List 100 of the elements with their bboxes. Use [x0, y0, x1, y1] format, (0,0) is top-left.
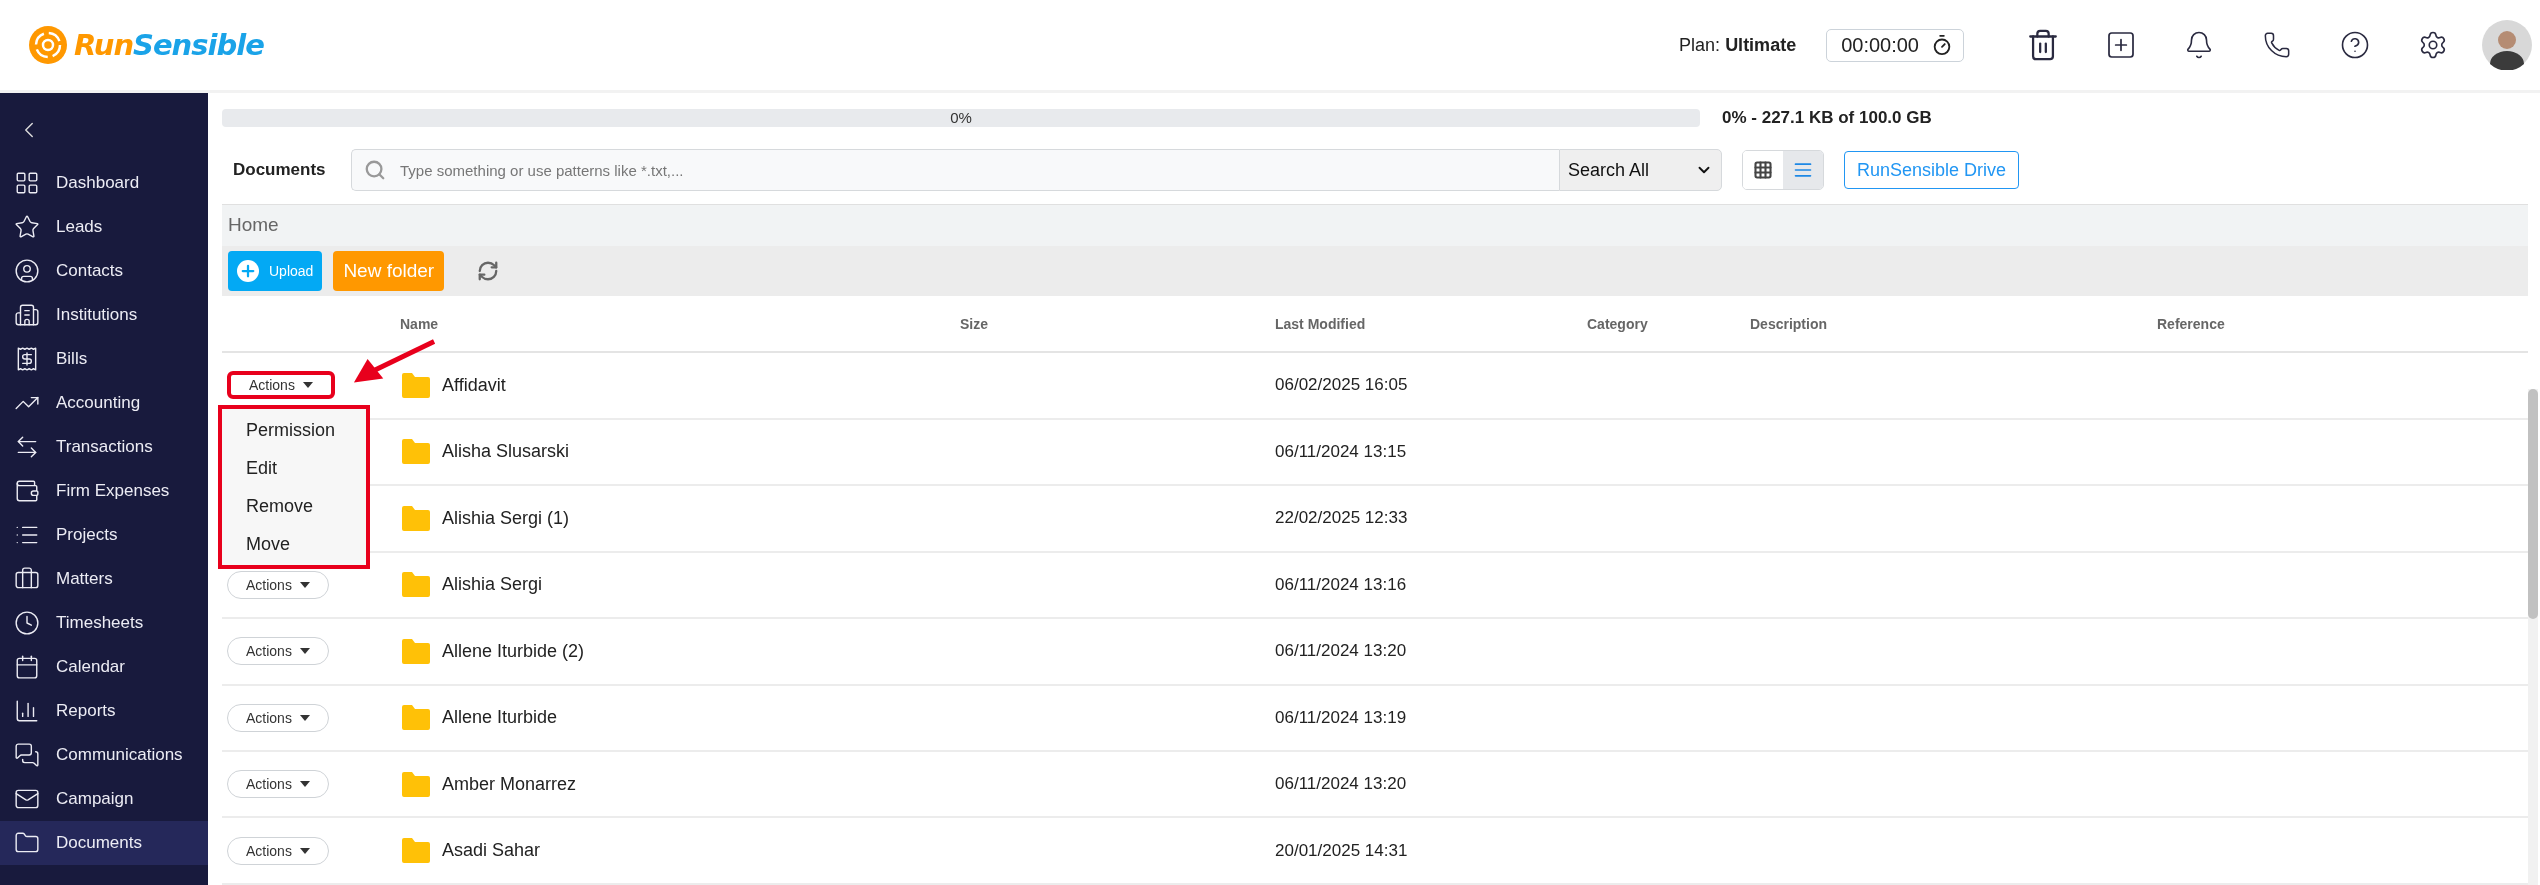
actions-button[interactable]: Actions: [227, 703, 329, 732]
menu-item[interactable]: Remove: [222, 487, 366, 526]
sidebar-item[interactable]: Matters: [0, 557, 208, 601]
actions-button[interactable]: Actions: [227, 570, 329, 599]
sidebar-label: Institutions: [56, 305, 138, 325]
actions-button[interactable]: Actions: [227, 836, 329, 865]
sidebar-item[interactable]: Leads: [0, 205, 208, 249]
actions-button[interactable]: Actions: [227, 637, 329, 666]
logo-text: RunSensible: [74, 28, 264, 62]
stopwatch-icon[interactable]: [1931, 34, 1953, 56]
avatar[interactable]: [2482, 20, 2532, 70]
column-header: Category: [1587, 315, 1649, 332]
folder-icon: [400, 704, 432, 732]
bell-icon[interactable]: [2184, 30, 2214, 60]
sidebar-label: Documents: [56, 833, 142, 853]
column-header: Description: [1750, 315, 1828, 332]
help-icon[interactable]: [2340, 30, 2370, 60]
caret-icon: [299, 581, 310, 588]
column-header: Size: [960, 315, 989, 332]
sidebar-label: Accounting: [56, 393, 141, 413]
logo-icon: [28, 25, 68, 65]
caret-icon: [299, 847, 310, 854]
folder-name[interactable]: Amber Monarrez: [442, 773, 577, 795]
folder-icon: [400, 504, 432, 532]
refresh-icon[interactable]: [477, 259, 500, 282]
sidebar-item[interactable]: Documents: [0, 821, 208, 865]
modified-date: 06/11/2024 13:15: [1275, 441, 1408, 462]
bar-chart-icon: [14, 698, 40, 724]
sidebar-item[interactable]: Contacts: [0, 249, 208, 293]
wallet-icon: [14, 478, 40, 504]
sidebar-label: Firm Expenses: [56, 481, 170, 501]
folder-name[interactable]: Asadi Sahar: [442, 840, 541, 862]
storage-summary: 0% - 227.1 KB of 100.0 GB: [1722, 107, 1932, 128]
caret-icon: [299, 648, 310, 655]
sidebar-label: Transactions: [56, 437, 153, 457]
modified-date: 06/11/2024 13:20: [1275, 774, 1408, 795]
calendar-icon: [14, 654, 40, 680]
folder-name[interactable]: Allene Iturbide (2): [442, 640, 585, 662]
menu-item[interactable]: Move: [222, 525, 366, 564]
plan-label: Plan: Ultimate: [1679, 34, 1797, 56]
sidebar-item[interactable]: Firm Expenses: [0, 469, 208, 513]
sidebar-item[interactable]: Institutions: [0, 293, 208, 337]
storage-percent: 0%: [950, 109, 972, 127]
sidebar-item[interactable]: Projects: [0, 513, 208, 557]
column-header: Last Modified: [1275, 315, 1367, 332]
sidebar-label: Projects: [56, 525, 118, 545]
folder-name[interactable]: Alisha Slusarski: [442, 441, 570, 463]
menu-item[interactable]: Edit: [222, 449, 366, 488]
sidebar-label: Bills: [56, 349, 88, 369]
folder-name[interactable]: Affidavit: [442, 374, 506, 396]
sidebar-label: Campaign: [56, 789, 134, 809]
sidebar-label: Calendar: [56, 657, 125, 677]
sidebar-item[interactable]: Calendar: [0, 645, 208, 689]
building-icon: [14, 302, 40, 328]
folder-name[interactable]: Alishia Sergi: [442, 574, 543, 596]
sidebar-label: Leads: [56, 217, 103, 237]
actions-button[interactable]: Actions: [227, 770, 329, 799]
timer-field[interactable]: 00:00:00: [1826, 28, 1964, 62]
modified-date: 06/11/2024 13:20: [1275, 641, 1408, 662]
star-icon: [14, 214, 40, 240]
caret-icon: [299, 781, 310, 788]
sidebar-item[interactable]: Accounting: [0, 381, 208, 425]
modified-date: 20/01/2025 14:31: [1275, 840, 1409, 861]
sidebar-item[interactable]: Dashboard: [0, 161, 208, 205]
breadcrumb[interactable]: Home: [228, 214, 279, 236]
folder-icon: [400, 837, 432, 865]
actions-button[interactable]: Actions: [227, 371, 335, 400]
search-field[interactable]: Type something or use patterns like *.txt,...: [351, 149, 1559, 191]
sidebar-label: Dashboard: [56, 173, 140, 193]
sidebar-item[interactable]: Reports: [0, 689, 208, 733]
trash-icon[interactable]: [2026, 28, 2060, 62]
folder-name[interactable]: Alishia Sergi (1): [442, 507, 570, 529]
sidebar-label: Reports: [56, 701, 116, 721]
search-input[interactable]: Type something or use patterns like *.txt,...: [398, 160, 1559, 180]
scope-select[interactable]: Search All: [1559, 149, 1722, 191]
phone-icon[interactable]: [2263, 31, 2291, 59]
folder-name[interactable]: Allene Iturbide: [442, 707, 558, 729]
grid-icon: [1753, 160, 1773, 180]
sidebar-item[interactable]: Bills: [0, 337, 208, 381]
modified-date: 22/02/2025 12:33: [1275, 508, 1409, 529]
sidebar-item[interactable]: Transactions: [0, 425, 208, 469]
plus-icon: [237, 259, 259, 282]
folder-icon: [400, 371, 432, 399]
sidebar-label: Communications: [56, 745, 183, 765]
menu-item[interactable]: Permission: [222, 411, 366, 450]
column-header: Name: [400, 315, 440, 332]
scrollbar[interactable]: [2528, 389, 2538, 885]
sidebar-item[interactable]: Campaign: [0, 777, 208, 821]
settings-icon[interactable]: [2418, 30, 2448, 60]
sidebar-item[interactable]: Communications: [0, 733, 208, 777]
sidebar-item[interactable]: Timesheets: [0, 601, 208, 645]
modified-date: 06/11/2024 13:19: [1275, 707, 1408, 728]
folder-icon: [400, 770, 432, 798]
sidebar-label: Contacts: [56, 261, 124, 281]
folder-icon: [400, 571, 432, 599]
add-icon[interactable]: [2105, 29, 2137, 61]
search-icon: [364, 159, 386, 181]
sidebar-label: Matters: [56, 569, 113, 589]
modified-date: 06/11/2024 13:16: [1275, 574, 1408, 595]
page-title: Documents: [232, 160, 327, 180]
